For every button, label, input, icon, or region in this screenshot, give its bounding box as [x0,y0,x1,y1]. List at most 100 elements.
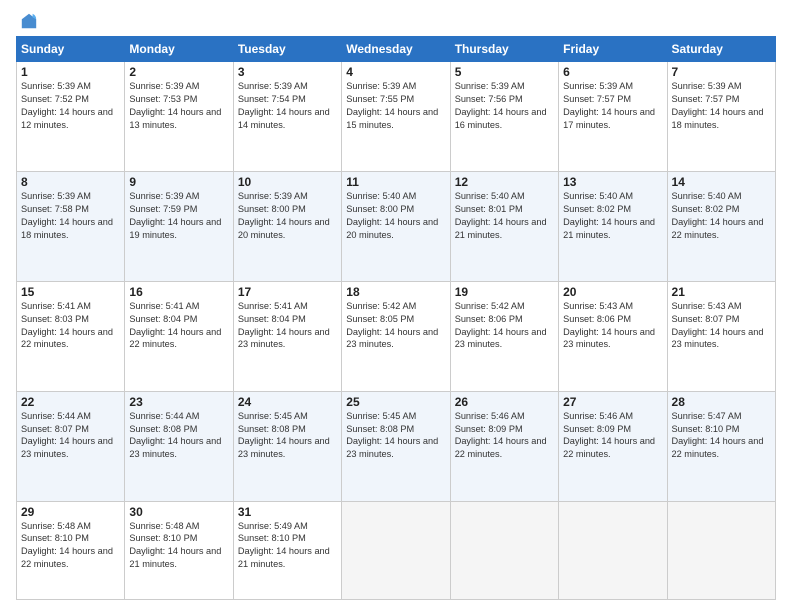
calendar-cell: 1 Sunrise: 5:39 AM Sunset: 7:52 PM Dayli… [17,62,125,172]
header-tuesday: Tuesday [233,37,341,62]
day-number: 31 [238,505,337,519]
calendar-cell [559,501,667,600]
daylight-label: Daylight: 14 hours and 22 minutes. [21,546,113,569]
calendar-cell: 3 Sunrise: 5:39 AM Sunset: 7:54 PM Dayli… [233,62,341,172]
sunset-label: Sunset: 8:01 PM [455,204,523,214]
calendar-cell: 29 Sunrise: 5:48 AM Sunset: 8:10 PM Dayl… [17,501,125,600]
day-number: 2 [129,65,228,79]
day-number: 5 [455,65,554,79]
day-info: Sunrise: 5:45 AM Sunset: 8:08 PM Dayligh… [238,410,337,462]
sunset-label: Sunset: 7:54 PM [238,94,306,104]
daylight-label: Daylight: 14 hours and 18 minutes. [672,107,764,130]
sunset-label: Sunset: 8:10 PM [238,533,306,543]
sunrise-label: Sunrise: 5:47 AM [672,411,742,421]
sunrise-label: Sunrise: 5:43 AM [563,301,633,311]
calendar-cell: 23 Sunrise: 5:44 AM Sunset: 8:08 PM Dayl… [125,391,233,501]
header [16,12,776,30]
day-info: Sunrise: 5:39 AM Sunset: 7:54 PM Dayligh… [238,80,337,132]
sunrise-label: Sunrise: 5:40 AM [346,191,416,201]
daylight-label: Daylight: 14 hours and 21 minutes. [455,217,547,240]
calendar-cell: 21 Sunrise: 5:43 AM Sunset: 8:07 PM Dayl… [667,281,775,391]
day-number: 10 [238,175,337,189]
daylight-label: Daylight: 14 hours and 21 minutes. [563,217,655,240]
day-number: 8 [21,175,120,189]
sunrise-label: Sunrise: 5:46 AM [455,411,525,421]
day-info: Sunrise: 5:39 AM Sunset: 7:52 PM Dayligh… [21,80,120,132]
sunset-label: Sunset: 8:10 PM [21,533,89,543]
calendar-cell: 22 Sunrise: 5:44 AM Sunset: 8:07 PM Dayl… [17,391,125,501]
sunset-label: Sunset: 7:52 PM [21,94,89,104]
sunrise-label: Sunrise: 5:40 AM [563,191,633,201]
day-info: Sunrise: 5:47 AM Sunset: 8:10 PM Dayligh… [672,410,771,462]
calendar-cell [450,501,558,600]
calendar: Sunday Monday Tuesday Wednesday Thursday… [16,36,776,600]
daylight-label: Daylight: 14 hours and 18 minutes. [21,217,113,240]
day-info: Sunrise: 5:49 AM Sunset: 8:10 PM Dayligh… [238,520,337,572]
sunrise-label: Sunrise: 5:40 AM [672,191,742,201]
calendar-cell: 26 Sunrise: 5:46 AM Sunset: 8:09 PM Dayl… [450,391,558,501]
day-info: Sunrise: 5:43 AM Sunset: 8:07 PM Dayligh… [672,300,771,352]
header-wednesday: Wednesday [342,37,450,62]
sunset-label: Sunset: 7:56 PM [455,94,523,104]
sunrise-label: Sunrise: 5:46 AM [563,411,633,421]
weekday-header-row: Sunday Monday Tuesday Wednesday Thursday… [17,37,776,62]
daylight-label: Daylight: 14 hours and 20 minutes. [346,217,438,240]
calendar-cell: 5 Sunrise: 5:39 AM Sunset: 7:56 PM Dayli… [450,62,558,172]
day-number: 27 [563,395,662,409]
sunset-label: Sunset: 8:10 PM [129,533,197,543]
day-number: 9 [129,175,228,189]
daylight-label: Daylight: 14 hours and 23 minutes. [21,436,113,459]
logo-icon [20,12,38,30]
sunrise-label: Sunrise: 5:44 AM [21,411,91,421]
day-info: Sunrise: 5:46 AM Sunset: 8:09 PM Dayligh… [455,410,554,462]
day-info: Sunrise: 5:44 AM Sunset: 8:07 PM Dayligh… [21,410,120,462]
calendar-week-row: 8 Sunrise: 5:39 AM Sunset: 7:58 PM Dayli… [17,171,776,281]
calendar-cell: 2 Sunrise: 5:39 AM Sunset: 7:53 PM Dayli… [125,62,233,172]
calendar-cell: 24 Sunrise: 5:45 AM Sunset: 8:08 PM Dayl… [233,391,341,501]
sunrise-label: Sunrise: 5:48 AM [21,521,91,531]
calendar-cell: 27 Sunrise: 5:46 AM Sunset: 8:09 PM Dayl… [559,391,667,501]
calendar-cell [667,501,775,600]
calendar-cell: 25 Sunrise: 5:45 AM Sunset: 8:08 PM Dayl… [342,391,450,501]
day-info: Sunrise: 5:46 AM Sunset: 8:09 PM Dayligh… [563,410,662,462]
calendar-cell: 6 Sunrise: 5:39 AM Sunset: 7:57 PM Dayli… [559,62,667,172]
sunset-label: Sunset: 8:02 PM [563,204,631,214]
calendar-week-row: 1 Sunrise: 5:39 AM Sunset: 7:52 PM Dayli… [17,62,776,172]
day-number: 19 [455,285,554,299]
sunset-label: Sunset: 8:00 PM [238,204,306,214]
daylight-label: Daylight: 14 hours and 14 minutes. [238,107,330,130]
daylight-label: Daylight: 14 hours and 15 minutes. [346,107,438,130]
sunrise-label: Sunrise: 5:45 AM [238,411,308,421]
calendar-cell: 12 Sunrise: 5:40 AM Sunset: 8:01 PM Dayl… [450,171,558,281]
header-friday: Friday [559,37,667,62]
day-info: Sunrise: 5:42 AM Sunset: 8:06 PM Dayligh… [455,300,554,352]
sunset-label: Sunset: 7:57 PM [563,94,631,104]
daylight-label: Daylight: 14 hours and 21 minutes. [129,546,221,569]
sunrise-label: Sunrise: 5:42 AM [346,301,416,311]
calendar-cell: 14 Sunrise: 5:40 AM Sunset: 8:02 PM Dayl… [667,171,775,281]
sunrise-label: Sunrise: 5:39 AM [672,81,742,91]
daylight-label: Daylight: 14 hours and 19 minutes. [129,217,221,240]
calendar-cell: 16 Sunrise: 5:41 AM Sunset: 8:04 PM Dayl… [125,281,233,391]
logo [16,12,40,30]
daylight-label: Daylight: 14 hours and 22 minutes. [563,436,655,459]
sunset-label: Sunset: 8:08 PM [238,424,306,434]
day-number: 7 [672,65,771,79]
day-number: 30 [129,505,228,519]
daylight-label: Daylight: 14 hours and 20 minutes. [238,217,330,240]
daylight-label: Daylight: 14 hours and 21 minutes. [238,546,330,569]
day-info: Sunrise: 5:40 AM Sunset: 8:01 PM Dayligh… [455,190,554,242]
day-info: Sunrise: 5:39 AM Sunset: 7:57 PM Dayligh… [672,80,771,132]
daylight-label: Daylight: 14 hours and 23 minutes. [129,436,221,459]
calendar-cell: 11 Sunrise: 5:40 AM Sunset: 8:00 PM Dayl… [342,171,450,281]
calendar-cell: 4 Sunrise: 5:39 AM Sunset: 7:55 PM Dayli… [342,62,450,172]
sunrise-label: Sunrise: 5:39 AM [21,191,91,201]
calendar-cell: 15 Sunrise: 5:41 AM Sunset: 8:03 PM Dayl… [17,281,125,391]
daylight-label: Daylight: 14 hours and 12 minutes. [21,107,113,130]
daylight-label: Daylight: 14 hours and 13 minutes. [129,107,221,130]
day-info: Sunrise: 5:39 AM Sunset: 7:58 PM Dayligh… [21,190,120,242]
sunset-label: Sunset: 8:08 PM [346,424,414,434]
sunrise-label: Sunrise: 5:48 AM [129,521,199,531]
day-number: 24 [238,395,337,409]
calendar-cell: 8 Sunrise: 5:39 AM Sunset: 7:58 PM Dayli… [17,171,125,281]
